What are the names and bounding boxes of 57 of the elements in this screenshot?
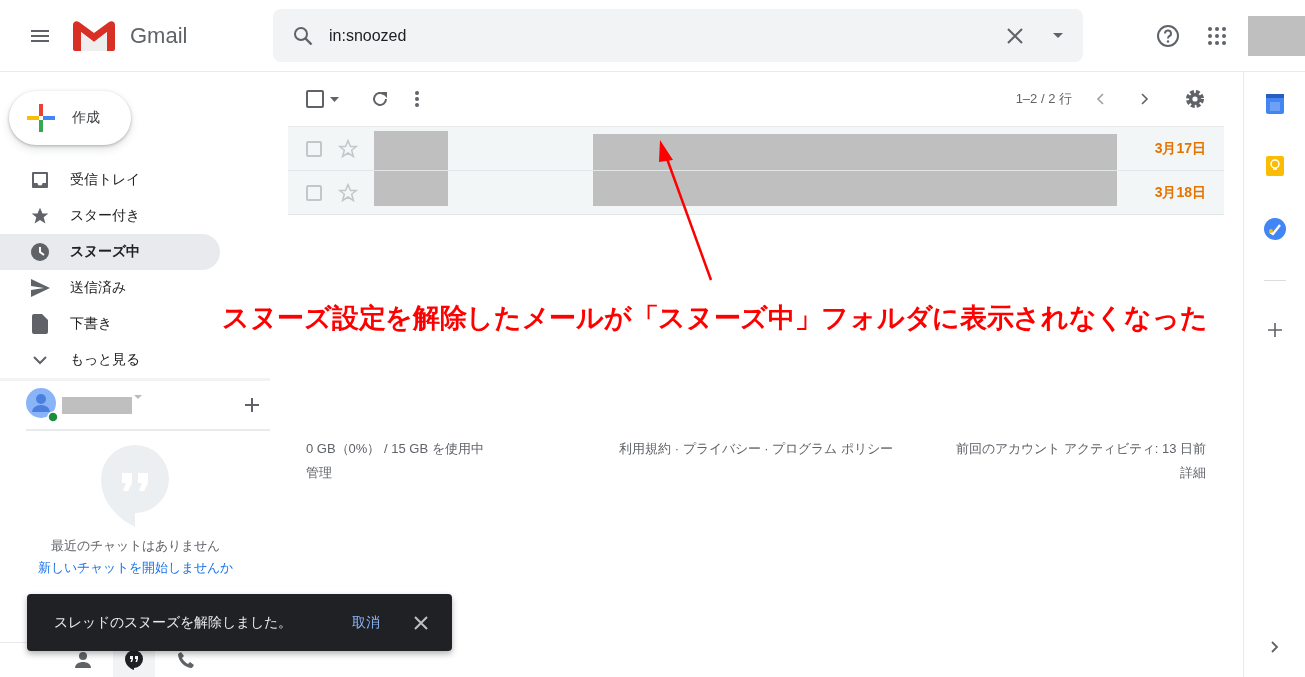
row-checkbox[interactable]	[306, 184, 322, 201]
star-icon	[30, 206, 50, 226]
nav-item[interactable]: 下書き	[0, 306, 220, 342]
search-input[interactable]: in:snoozed	[327, 25, 1007, 46]
chevron-right-icon[interactable]	[1141, 93, 1149, 105]
user-avatar-icon[interactable]	[26, 388, 58, 422]
star-icon[interactable]	[338, 138, 358, 159]
page-range: 1–2 / 2 行	[1015, 90, 1072, 108]
snackbar-message: スレッドのスヌーズを解除しました。	[54, 613, 292, 632]
product-name[interactable]: Gmail	[130, 22, 230, 49]
apps-grid-icon[interactable]	[1208, 26, 1226, 45]
chevron-down-icon	[33, 355, 47, 365]
person-icon[interactable]	[75, 652, 91, 668]
nav-item[interactable]: もっと見る	[0, 342, 220, 378]
search-bar[interactable]: in:snoozed	[273, 9, 1083, 62]
calendar-icon[interactable]	[1265, 94, 1284, 114]
redacted-block	[62, 396, 132, 414]
more-options-icon[interactable]	[415, 91, 419, 107]
close-icon[interactable]	[1007, 27, 1023, 44]
search-icon[interactable]	[293, 25, 313, 46]
send-icon	[30, 279, 50, 297]
compose-button[interactable]: 作成	[9, 91, 131, 145]
account-activity: 前回のアカウント アクティビティ: 13 日前	[955, 440, 1206, 458]
nav-item[interactable]: 受信トレイ	[0, 162, 220, 198]
storage-usage: 0 GB（0%） / 15 GB を使用中	[306, 440, 485, 458]
select-all-checkbox[interactable]	[306, 90, 324, 108]
start-chat-link[interactable]: 新しいチャットを開始しませんか	[37, 559, 233, 577]
nav-item[interactable]: スヌーズ中	[0, 234, 220, 270]
settings-icon[interactable]	[1185, 89, 1205, 109]
inbox-icon	[30, 170, 50, 190]
manage-link[interactable]: 管理	[306, 464, 580, 482]
document-icon	[32, 314, 48, 334]
caret-icon[interactable]	[1053, 33, 1063, 38]
row-checkbox[interactable]	[306, 140, 322, 157]
empty-chat-message: 最近のチャットはありません	[50, 537, 220, 555]
chevron-right-icon[interactable]	[1270, 641, 1279, 653]
undo-button[interactable]: 取消	[348, 609, 384, 636]
nav-item[interactable]: スター付き	[0, 198, 220, 234]
star-icon[interactable]	[338, 182, 358, 203]
annotation-text: スヌーズ設定を解除したメールが「スヌーズ中」フォルダに表示されなくなった	[222, 301, 1208, 335]
details-link[interactable]: 詳細	[932, 464, 1206, 482]
nav-item[interactable]: 送信済み	[0, 270, 220, 306]
refresh-icon[interactable]	[371, 90, 389, 108]
email-date: 3月17日	[1154, 139, 1206, 158]
plus-icon[interactable]	[1267, 323, 1282, 337]
caret-icon[interactable]	[330, 96, 339, 102]
phone-icon[interactable]	[177, 651, 195, 669]
policy-links[interactable]: 利用規約 · プライバシー · プログラム ポリシー	[619, 440, 893, 482]
clock-icon	[30, 242, 50, 262]
check-circle-icon[interactable]	[1263, 218, 1286, 240]
close-icon[interactable]	[414, 615, 428, 630]
plus-icon	[27, 104, 55, 132]
plus-icon[interactable]	[245, 398, 259, 412]
email-date: 3月18日	[1154, 183, 1206, 202]
chevron-left-icon[interactable]	[1096, 93, 1104, 105]
help-icon[interactable]	[1156, 23, 1180, 48]
envelope-logo-icon[interactable]	[73, 20, 115, 51]
